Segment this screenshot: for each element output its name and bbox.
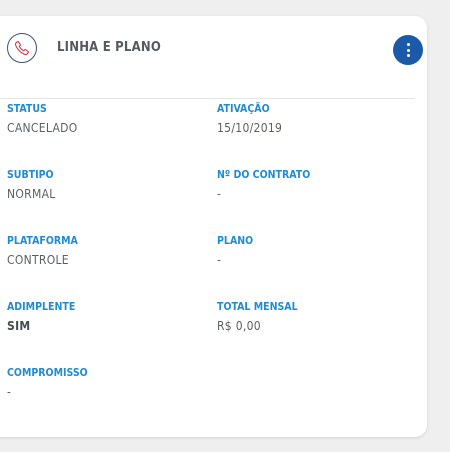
field-label: ADIMPLENTE (7, 301, 76, 313)
field-label: COMPROMISSO (7, 367, 88, 379)
field-ativacao: ATIVAÇÃO 15/10/2019 (217, 102, 282, 136)
field-value: - (217, 187, 222, 201)
field-label: STATUS (7, 103, 47, 115)
field-label: ATIVAÇÃO (217, 103, 270, 115)
field-subtipo: SUBTIPO NORMAL (7, 168, 56, 202)
field-value: - (7, 385, 12, 399)
field-label: SUBTIPO (7, 169, 54, 181)
field-value: 15/10/2019 (217, 121, 283, 135)
field-value: CONTROLE (7, 253, 69, 267)
phone-icon (7, 33, 37, 63)
line-plan-card: LINHA E PLANO STATUS CANCELADO SUBTIPO N… (0, 16, 427, 437)
field-value: - (217, 253, 222, 267)
more-vertical-icon (406, 43, 410, 46)
field-value: NORMAL (7, 187, 56, 201)
field-status: STATUS CANCELADO (7, 102, 78, 136)
field-compromisso: COMPROMISSO - (7, 366, 88, 400)
field-label: PLATAFORMA (7, 235, 78, 247)
field-value: SIM (7, 319, 31, 333)
more-options-button[interactable] (393, 35, 423, 65)
header-divider (0, 98, 415, 99)
field-label: Nº DO CONTRATO (217, 169, 311, 181)
field-plano: PLANO - (217, 234, 253, 268)
field-value: CANCELADO (7, 121, 78, 135)
field-label: TOTAL MENSAL (217, 301, 298, 313)
field-label: PLANO (217, 235, 254, 247)
card-header: LINHA E PLANO (0, 16, 415, 83)
field-plataforma: PLATAFORMA CONTROLE (7, 234, 78, 268)
field-adimplente: ADIMPLENTE SIM (7, 300, 75, 334)
field-value: R$ 0,00 (217, 319, 261, 333)
field-total-mensal: TOTAL MENSAL R$ 0,00 (217, 300, 298, 334)
card-title: LINHA E PLANO (57, 40, 161, 55)
field-contrato: Nº DO CONTRATO - (217, 168, 310, 202)
